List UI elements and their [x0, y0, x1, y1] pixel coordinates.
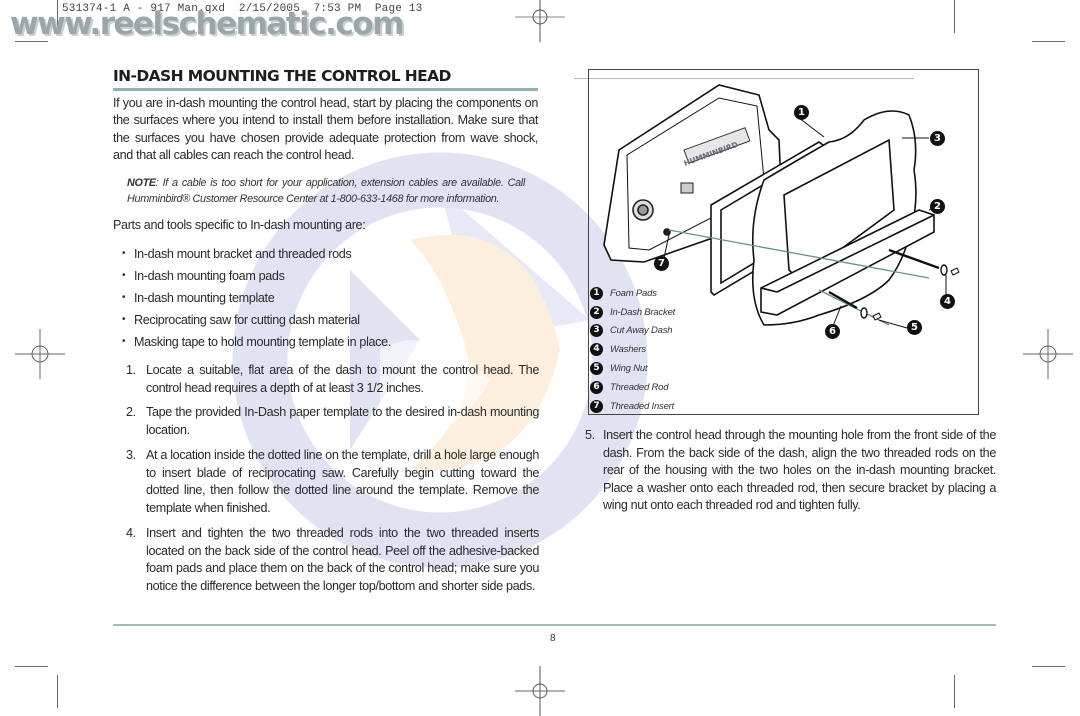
- legend-number: 2: [590, 305, 603, 319]
- parts-list: In-dash mount bracket and threaded rods …: [122, 244, 391, 354]
- legend-item: 3 Cut Away Dash: [590, 322, 675, 341]
- step-text: At a location inside the dotted line on …: [146, 448, 539, 515]
- legend-item: 1 Foam Pads: [590, 284, 675, 303]
- step-number: 4.: [126, 526, 136, 540]
- legend-label: Threaded Rod: [610, 381, 669, 393]
- figure-legend: 1 Foam Pads 2 In-Dash Bracket 3 Cut Away Da…: [590, 284, 675, 416]
- step-text: Insert the control head through the moun…: [603, 428, 996, 512]
- note-text: : If a cable is too short for your appli…: [127, 177, 525, 205]
- crop-mark: [1032, 41, 1065, 42]
- legend-number: 4: [590, 343, 603, 357]
- legend-number: 6: [590, 380, 603, 394]
- legend-item: 5 Wing Nut: [590, 359, 675, 378]
- callout-1: 1: [794, 105, 809, 120]
- crop-mark: [954, 0, 955, 33]
- note-label: NOTE: [127, 177, 156, 189]
- legend-item: 2 In-Dash Bracket: [590, 303, 675, 322]
- washer: [940, 264, 948, 276]
- legend-number: 1: [590, 286, 603, 300]
- legend-label: Threaded Insert: [610, 400, 675, 412]
- callout-7: 7: [654, 256, 669, 271]
- legend-item: 7 Threaded Insert: [590, 397, 675, 416]
- legend-label: Cut Away Dash: [610, 325, 673, 337]
- legend-label: Washers: [610, 344, 646, 356]
- legend-number: 7: [590, 399, 603, 413]
- intro-paragraph: If you are in-dash mounting the control …: [113, 96, 538, 163]
- list-item: In-dash mounting template: [122, 288, 391, 310]
- wing-nut: [872, 312, 882, 321]
- registration-mark-right: [1023, 329, 1073, 379]
- step-text: Tape the provided In-Dash paper template…: [146, 405, 539, 437]
- step-text: Locate a suitable, flat area of the dash…: [146, 363, 539, 395]
- callout-3: 3: [930, 131, 945, 146]
- crop-mark: [954, 675, 955, 708]
- parts-intro: Parts and tools specific to In-dash moun…: [113, 218, 366, 232]
- note-paragraph: NOTE: If a cable is too short for your a…: [127, 175, 525, 207]
- crop-mark: [57, 675, 58, 708]
- list-item: In-dash mount bracket and threaded rods: [122, 244, 391, 266]
- legend-number: 3: [590, 324, 603, 338]
- step-number: 2.: [126, 405, 136, 419]
- callout-4: 4: [940, 294, 955, 309]
- callout-6: 6: [825, 324, 840, 339]
- legend-label: Foam Pads: [610, 287, 657, 299]
- callout-2: 2: [930, 199, 945, 214]
- registration-mark-left: [15, 329, 65, 379]
- list-item: Reciprocating saw for cutting dash mater…: [122, 310, 391, 332]
- legend-item: 6 Threaded Rod: [590, 378, 675, 397]
- page-number: 8: [550, 633, 556, 644]
- title-underline: [113, 88, 538, 91]
- wing-nut: [950, 267, 960, 276]
- section-title: IN-DASH MOUNTING THE CONTROL HEAD: [113, 67, 451, 85]
- washer: [860, 307, 868, 319]
- legend-label: In-Dash Bracket: [610, 306, 676, 318]
- step-number: 3.: [126, 448, 136, 462]
- legend-number: 5: [590, 362, 603, 376]
- list-item: Masking tape to hold mounting template i…: [122, 332, 391, 354]
- step-text: Insert and tighten the two threaded rods…: [146, 526, 539, 593]
- step-number: 5.: [585, 428, 595, 442]
- step-number: 1.: [126, 363, 136, 377]
- registration-mark-top: [515, 0, 565, 42]
- footer-rule: [113, 624, 996, 626]
- registration-mark-bottom: [515, 666, 565, 716]
- site-watermark: www.reelschematic.com: [10, 6, 404, 42]
- legend-item: 4 Washers: [590, 340, 675, 359]
- crop-mark: [15, 666, 48, 667]
- list-item: In-dash mounting foam pads: [122, 266, 391, 288]
- crop-mark: [15, 41, 48, 42]
- crop-mark: [1032, 666, 1065, 667]
- callout-5: 5: [907, 320, 922, 335]
- legend-label: Wing Nut: [610, 363, 648, 375]
